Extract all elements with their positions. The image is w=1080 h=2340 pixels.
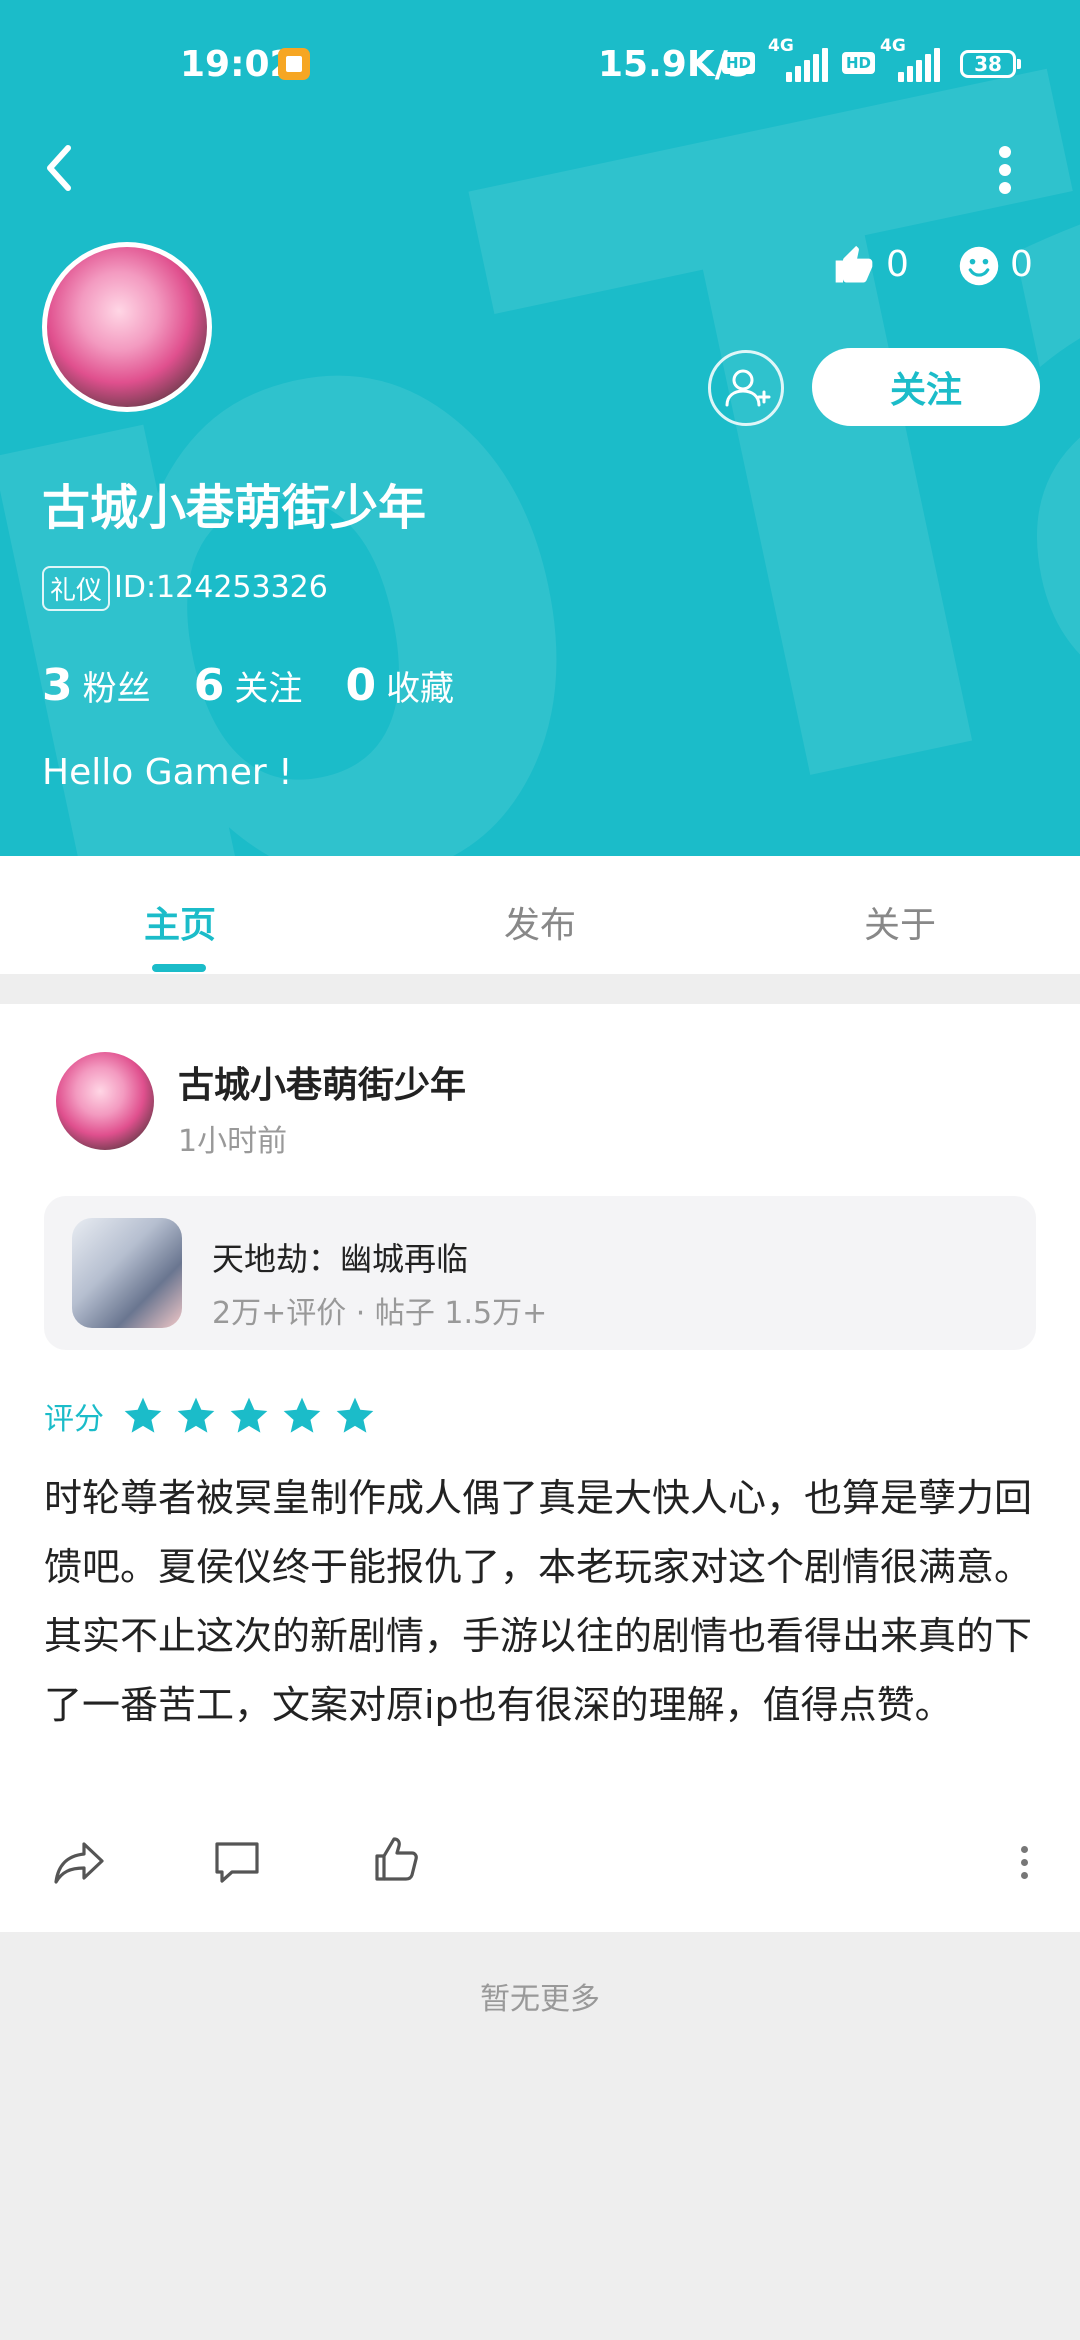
more-icon — [1021, 1846, 1028, 1853]
add-friend-button[interactable] — [708, 350, 784, 426]
status-bar: 19:02 15.9K/s HD 4G HD 4G 38 — [0, 30, 1080, 100]
profile-header: pTa 19:02 15.9K/s HD 4G HD 4G 38 0 0 关注 … — [0, 0, 1080, 856]
likes-value: 0 — [886, 244, 909, 285]
game-meta: 2万+评价 · 帖子 1.5万+ — [212, 1296, 548, 1331]
tab-posts[interactable]: 发布 — [440, 896, 640, 948]
like-button[interactable] — [372, 1834, 422, 1888]
smile-icon — [959, 246, 999, 286]
follow-stats: 3 粉丝 6 关注 0 收藏 — [42, 660, 492, 711]
network-type-2: 4G — [880, 36, 906, 56]
share-icon — [54, 1842, 104, 1884]
active-tab-indicator — [152, 964, 206, 972]
more-vertical-button[interactable] — [990, 138, 1020, 198]
tab-about[interactable]: 关于 — [800, 896, 1000, 948]
stat-fans-label: 粉丝 — [82, 669, 151, 709]
hd-badge-2: HD — [842, 52, 876, 74]
hd-badge: HD — [722, 52, 756, 74]
star-icon — [124, 1397, 162, 1433]
profile-username: 古城小巷萌街少年 — [42, 480, 427, 536]
smiles-count[interactable]: 0 — [958, 244, 1033, 287]
game-name: 天地劫：幽城再临 — [212, 1240, 469, 1278]
watermark-logo: pTa — [0, 0, 1080, 856]
profile-id: ID:124253326 — [114, 570, 328, 605]
profile-tabs: 主页 发布 关于 — [0, 856, 1080, 974]
etiquette-badge[interactable]: 礼仪 — [42, 566, 111, 611]
tab-home[interactable]: 主页 — [80, 896, 280, 948]
back-icon — [47, 145, 71, 191]
stat-following-num: 6 — [193, 660, 225, 711]
add-friend-icon — [725, 369, 771, 407]
post-more-button[interactable] — [1018, 1846, 1030, 1880]
star-icon — [284, 1397, 321, 1433]
battery-icon: 38 — [960, 50, 1021, 78]
post-card[interactable]: 古城小巷萌街少年 1小时前 天地劫：幽城再临 2万+评价 · 帖子 1.5万+ … — [0, 1004, 1080, 1932]
stat-fans[interactable]: 3 粉丝 — [42, 660, 151, 711]
profile-id-row: 礼仪 ID:124253326 — [42, 566, 328, 611]
comment-icon — [215, 1842, 259, 1883]
share-button[interactable] — [52, 1836, 106, 1890]
comment-button[interactable] — [212, 1838, 262, 1890]
profile-bio: Hello Gamer ! — [42, 752, 293, 793]
no-more-text: 暂无更多 — [480, 1982, 600, 2017]
stat-fans-num: 3 — [42, 660, 73, 711]
game-icon — [72, 1218, 182, 1328]
notification-icon — [278, 48, 310, 80]
profile-avatar[interactable] — [42, 242, 212, 412]
network-type: 4G — [768, 36, 794, 56]
stat-following[interactable]: 6 关注 — [194, 660, 303, 711]
stat-favorites[interactable]: 0 收藏 — [345, 660, 454, 711]
back-button[interactable] — [38, 138, 86, 198]
stat-following-label: 关注 — [234, 669, 303, 709]
more-vertical-icon — [999, 146, 1011, 158]
post-author-avatar[interactable] — [56, 1052, 154, 1150]
stat-favorites-label: 收藏 — [386, 669, 455, 709]
like-icon — [375, 1837, 418, 1881]
star-icon — [230, 1397, 268, 1433]
star-icon — [337, 1397, 374, 1433]
likes-count[interactable]: 0 — [832, 244, 909, 288]
post-time: 1小时前 — [178, 1124, 288, 1159]
rating-row: 评分 — [44, 1394, 381, 1438]
stat-favorites-num: 0 — [345, 660, 377, 711]
follow-button[interactable]: 关注 — [812, 348, 1040, 426]
post-body: 时轮尊者被冥皇制作成人偶了真是大快人心，也算是孽力回馈吧。夏侯仪终于能报仇了，本… — [44, 1476, 1033, 1727]
post-author-name[interactable]: 古城小巷萌街少年 — [178, 1056, 466, 1108]
rating-label: 评分 — [44, 1402, 104, 1437]
thumbs-up-icon — [835, 245, 873, 283]
star-icon — [177, 1397, 215, 1433]
smiles-value: 0 — [1010, 244, 1033, 285]
game-card[interactable]: 天地劫：幽城再临 2万+评价 · 帖子 1.5万+ — [44, 1196, 1036, 1350]
